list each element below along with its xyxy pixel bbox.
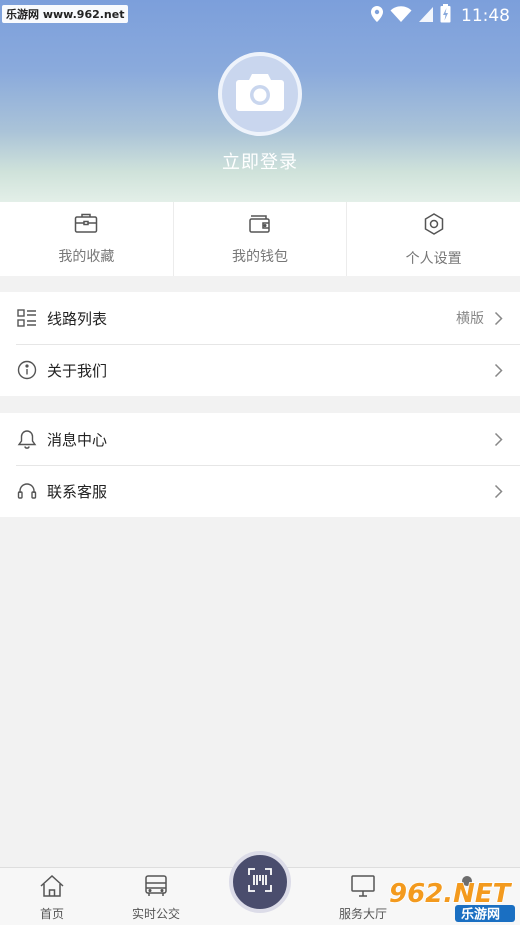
chevron-right-icon <box>492 483 504 499</box>
watermark-brand: 962.NET <box>389 879 513 909</box>
info-icon <box>16 359 38 381</box>
bus-icon <box>143 874 169 902</box>
wallet-icon <box>248 212 272 238</box>
chevron-right-icon <box>492 310 504 326</box>
settings-icon <box>422 212 446 240</box>
menu-route-list-label: 线路列表 <box>47 309 108 328</box>
briefcase-icon <box>74 212 98 238</box>
headset-icon <box>16 480 38 502</box>
login-link[interactable]: 立即登录 <box>0 148 520 174</box>
status-icons: 11:48 <box>370 4 510 27</box>
signal-icon <box>418 5 434 27</box>
quick-actions: 我的收藏 我的钱包 个人设置 <box>0 202 520 276</box>
menu-about-us-label: 关于我们 <box>47 361 108 380</box>
nav-home[interactable]: 首页 <box>7 874 97 922</box>
menu-route-list-mode: 横版 <box>456 311 484 327</box>
chevron-right-icon <box>492 362 504 378</box>
camera-icon <box>235 72 285 116</box>
scan-button[interactable] <box>229 851 291 913</box>
bell-icon <box>16 428 38 450</box>
menu-group-routes: 线路列表 横版 关于我们 <box>0 292 520 396</box>
quick-favorites[interactable]: 我的收藏 <box>0 202 174 276</box>
scan-icon <box>247 867 273 897</box>
menu-customer-service-label: 联系客服 <box>47 482 108 501</box>
status-time: 11:48 <box>461 5 510 26</box>
profile-header: 乐游网 www.962.net 11:48 立即登录 <box>0 0 520 202</box>
nav-home-label: 首页 <box>39 907 64 921</box>
quick-settings-label: 个人设置 <box>405 251 462 267</box>
home-icon <box>39 874 65 902</box>
location-icon <box>370 5 384 27</box>
nav-realtime-bus[interactable]: 实时公交 <box>111 874 201 922</box>
avatar[interactable] <box>218 52 302 136</box>
menu-route-list[interactable]: 线路列表 横版 <box>0 292 520 344</box>
menu-message-center-label: 消息中心 <box>47 430 108 449</box>
chevron-right-icon <box>492 431 504 447</box>
watermark-top: 乐游网 www.962.net <box>2 5 129 23</box>
menu-customer-service[interactable]: 联系客服 <box>0 465 520 517</box>
nav-realtime-bus-label: 实时公交 <box>131 907 180 921</box>
monitor-icon <box>350 874 376 902</box>
quick-favorites-label: 我的收藏 <box>58 249 115 265</box>
nav-service-hall-label: 服务大厅 <box>338 907 387 921</box>
status-bar: 乐游网 www.962.net 11:48 <box>0 0 520 28</box>
watermark-subtitle: 乐游网 <box>461 907 500 923</box>
quick-wallet-label: 我的钱包 <box>232 249 288 265</box>
wifi-icon <box>390 5 412 27</box>
menu-about-us[interactable]: 关于我们 <box>0 344 520 396</box>
menu-message-center[interactable]: 消息中心 <box>0 413 520 465</box>
watermark-logo: 962.NET 乐游网 <box>385 875 517 923</box>
battery-icon <box>440 4 451 27</box>
list-icon <box>16 307 38 329</box>
quick-wallet[interactable]: 我的钱包 <box>174 202 348 276</box>
quick-settings[interactable]: 个人设置 <box>347 202 520 276</box>
menu-group-support: 消息中心 联系客服 <box>0 413 520 517</box>
